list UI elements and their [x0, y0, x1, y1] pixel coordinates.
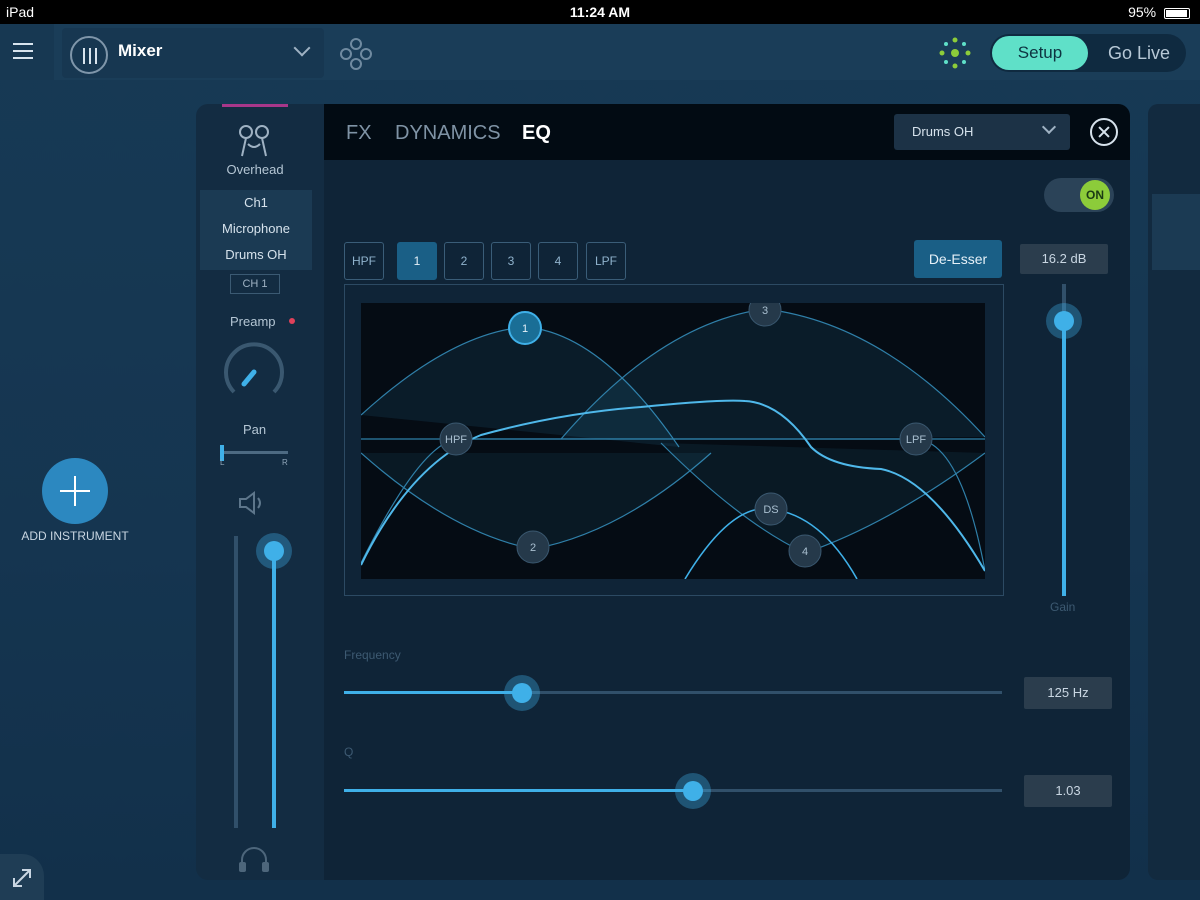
- next-channel-strip[interactable]: [1148, 104, 1200, 880]
- preamp-indicator: [289, 318, 295, 324]
- frequency-label: Frequency: [344, 648, 401, 662]
- gain-readout[interactable]: 16.2 dB: [1020, 244, 1108, 274]
- deesser-button[interactable]: De-Esser: [914, 240, 1002, 278]
- eq-graph[interactable]: 1 2 3 4 HPF LPF DS: [360, 293, 986, 580]
- chevron-down-icon: [293, 39, 311, 57]
- frequency-slider-thumb[interactable]: [503, 675, 540, 711]
- eq-node-2-label: 2: [530, 542, 536, 554]
- q-label: Q: [344, 745, 354, 759]
- tab-fx[interactable]: FX: [346, 122, 372, 145]
- battery-icon: [1164, 7, 1190, 19]
- eq-node-1-label: 1: [522, 323, 528, 335]
- band-button-2[interactable]: 2: [444, 242, 484, 280]
- channel-preset: Drums OH: [225, 247, 287, 262]
- pan-label: Pan: [243, 422, 267, 437]
- instrument-name: Overhead: [226, 162, 284, 177]
- status-bar: iPad 11:24 AM 95%: [0, 0, 1200, 24]
- panel-header: FX DYNAMICS EQ Drums OH: [324, 104, 1130, 160]
- network-icon[interactable]: [938, 36, 972, 70]
- eq-node-lpf[interactable]: LPF: [899, 422, 933, 456]
- band-button-hpf[interactable]: HPF: [344, 242, 384, 280]
- mode-toggle: Setup Go Live: [990, 34, 1186, 72]
- top-bar: Mixer Setup Go Live: [0, 24, 1200, 80]
- preset-name: Drums OH: [912, 124, 974, 139]
- eq-node-ds[interactable]: DS: [754, 492, 788, 526]
- band-3-curve: [560, 308, 986, 440]
- instrument-icon[interactable]: [234, 122, 274, 162]
- clock: 11:24 AM: [569, 4, 631, 20]
- channel-number: Ch1: [244, 195, 268, 210]
- speaker-icon[interactable]: [236, 489, 270, 517]
- menu-button[interactable]: [0, 24, 54, 80]
- add-instrument-label: ADD INSTRUMENT: [21, 529, 129, 543]
- add-instrument-button[interactable]: [42, 458, 108, 524]
- channel-color-bar: [222, 104, 288, 107]
- eq-node-4[interactable]: 4: [788, 534, 822, 568]
- battery-status: 95%: [1128, 4, 1190, 20]
- q-slider-fill: [344, 789, 693, 792]
- frequency-value[interactable]: 125 Hz: [1024, 677, 1112, 709]
- close-icon[interactable]: [1090, 118, 1118, 146]
- gain-slider-thumb[interactable]: [1046, 303, 1082, 340]
- chevron-down-icon: [1041, 119, 1057, 135]
- band-button-lpf[interactable]: LPF: [586, 242, 626, 280]
- gain-label: Gain: [1050, 600, 1076, 614]
- channel-source: Microphone: [222, 221, 290, 236]
- pan-slider[interactable]: [222, 451, 288, 454]
- channel-fader-thumb[interactable]: [256, 532, 292, 569]
- battery-percent: 95%: [1128, 4, 1157, 20]
- channel-info[interactable]: Ch1 Microphone Drums OH: [200, 190, 312, 270]
- band-button-1[interactable]: 1: [397, 242, 437, 280]
- preamp-label: Preamp: [230, 314, 276, 329]
- menu-icon: [13, 43, 33, 45]
- diamond-icon[interactable]: [340, 38, 372, 70]
- expand-button[interactable]: [0, 854, 44, 900]
- gain-slider-fill: [1062, 321, 1066, 596]
- frequency-slider-fill: [344, 691, 522, 694]
- band-button-4[interactable]: 4: [538, 242, 578, 280]
- tab-eq[interactable]: EQ: [522, 122, 551, 145]
- go-live-button[interactable]: Go Live: [1094, 36, 1184, 70]
- eq-on-toggle[interactable]: ON: [1044, 178, 1114, 212]
- eq-node-ds-label: DS: [763, 504, 778, 516]
- pan-right-label: R: [282, 458, 288, 467]
- eq-graph-frame: 1 2 3 4 HPF LPF DS: [344, 284, 1004, 596]
- q-slider-thumb[interactable]: [674, 773, 711, 809]
- eq-panel: FX DYNAMICS EQ Drums OH ON HPF 1 2 3 4 L…: [324, 104, 1130, 880]
- preset-selector[interactable]: Drums OH: [894, 114, 1070, 150]
- eq-node-3-label: 3: [762, 305, 768, 317]
- mixer-icon: [70, 36, 108, 74]
- channel-fader[interactable]: [272, 550, 276, 828]
- expand-icon: [13, 869, 31, 887]
- q-value[interactable]: 1.03: [1024, 775, 1112, 807]
- eq-on-knob: ON: [1080, 180, 1110, 210]
- eq-curve-svg: 1 2 3 4 HPF LPF DS: [360, 293, 986, 580]
- tab-dynamics[interactable]: DYNAMICS: [395, 122, 501, 145]
- next-channel-card: [1152, 194, 1200, 270]
- eq-node-lpf-label: LPF: [906, 434, 926, 446]
- eq-node-hpf-label: HPF: [445, 434, 467, 446]
- eq-node-4-label: 4: [802, 546, 808, 558]
- setup-mode-button[interactable]: Setup: [992, 36, 1088, 70]
- band-button-3[interactable]: 3: [491, 242, 531, 280]
- eq-node-1[interactable]: 1: [508, 311, 542, 345]
- view-selector[interactable]: Mixer: [62, 28, 324, 78]
- level-meter: [234, 536, 238, 828]
- band-4-curve: [660, 442, 986, 554]
- preamp-knob[interactable]: [222, 340, 286, 404]
- channel-strip: Overhead Ch1 Microphone Drums OH CH 1 Pr…: [196, 104, 324, 880]
- channel-badge: CH 1: [230, 274, 280, 294]
- eq-node-2[interactable]: 2: [516, 530, 550, 564]
- headphone-icon[interactable]: [236, 844, 272, 874]
- eq-node-hpf[interactable]: HPF: [439, 422, 473, 456]
- view-name: Mixer: [118, 41, 163, 60]
- pan-left-label: L: [220, 458, 225, 467]
